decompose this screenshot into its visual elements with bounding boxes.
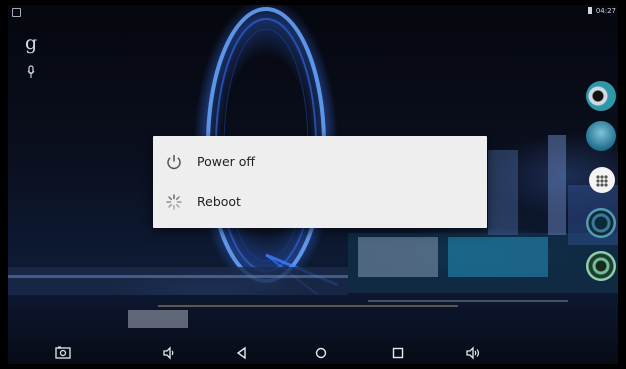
power-off-label: Power off bbox=[197, 154, 256, 169]
grid-dots-icon bbox=[596, 175, 608, 187]
settings-ring-icon[interactable] bbox=[586, 251, 616, 281]
home-screen: 04:27 g Power off Reboot bbox=[8, 5, 618, 364]
battery-icon bbox=[587, 7, 592, 14]
clock: 04:27 bbox=[595, 7, 616, 15]
back-icon[interactable] bbox=[233, 344, 251, 362]
app-drawer-icon[interactable] bbox=[589, 167, 615, 193]
speaker-icon[interactable] bbox=[586, 208, 616, 238]
reboot-button[interactable]: Reboot bbox=[153, 182, 487, 222]
google-search-icon[interactable]: g bbox=[25, 32, 37, 54]
reboot-icon bbox=[166, 194, 182, 210]
home-icon[interactable] bbox=[312, 344, 330, 362]
power-icon bbox=[167, 155, 181, 170]
mic-icon[interactable] bbox=[27, 65, 35, 79]
dock-app-1[interactable] bbox=[586, 81, 616, 111]
power-off-button[interactable]: Power off bbox=[153, 142, 487, 182]
recents-icon[interactable] bbox=[389, 344, 407, 362]
status-right: 04:27 bbox=[587, 7, 616, 15]
screenshot-icon[interactable] bbox=[54, 344, 72, 362]
dock-app-2[interactable] bbox=[586, 121, 616, 151]
volume-up-icon[interactable] bbox=[464, 344, 482, 362]
navigation-bar bbox=[8, 342, 618, 364]
notification-icon bbox=[12, 8, 21, 17]
volume-down-icon[interactable] bbox=[160, 344, 178, 362]
reboot-label: Reboot bbox=[197, 194, 241, 209]
status-bar: 04:27 bbox=[8, 5, 618, 19]
power-menu-dialog: Power off Reboot bbox=[153, 136, 487, 228]
